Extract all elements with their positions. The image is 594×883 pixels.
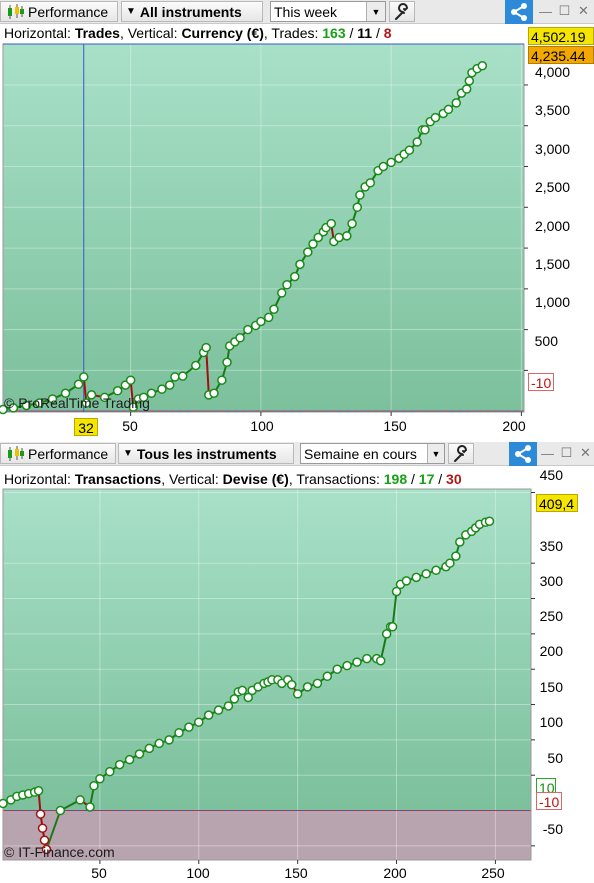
data-point — [55, 805, 66, 816]
data-point — [312, 678, 323, 689]
count-losing: 30 — [446, 471, 462, 487]
data-point — [35, 809, 46, 819]
y-tick-label: 200 — [539, 643, 563, 659]
data-point — [39, 835, 50, 845]
data-point — [237, 685, 248, 696]
x-tick-label: 50 — [91, 865, 107, 881]
positive-zone — [3, 489, 531, 811]
count-separator: / — [438, 471, 443, 487]
x-tick-label: 200 — [383, 865, 407, 881]
data-point — [184, 722, 194, 732]
bottom-low-tag: -10 — [536, 792, 562, 810]
data-point — [144, 743, 155, 754]
data-point — [484, 516, 495, 526]
y-tick-label: 300 — [539, 573, 563, 589]
y-tick-label: 100 — [539, 714, 563, 730]
data-point — [134, 749, 145, 759]
data-point — [164, 735, 174, 745]
data-point — [33, 785, 44, 796]
count-mid: 17 — [418, 471, 435, 487]
y-tick-label: -50 — [542, 821, 563, 837]
count-total: 198 — [383, 471, 408, 487]
data-point — [322, 671, 333, 682]
data-point — [342, 660, 352, 671]
data-point — [362, 653, 372, 664]
horizontal-value: Transactions — [74, 471, 162, 487]
data-point — [387, 622, 398, 632]
data-point — [451, 551, 461, 561]
y-tick-label: 450 — [539, 467, 563, 483]
count-separator: / — [411, 471, 415, 487]
data-point — [0, 798, 8, 809]
vertical-label: , Vertical: — [161, 471, 219, 487]
data-point — [292, 689, 303, 699]
data-point — [375, 655, 386, 666]
x-tick-label: 100 — [186, 865, 210, 881]
x-tick-label: 250 — [481, 865, 505, 881]
data-point — [223, 701, 234, 711]
data-point — [114, 759, 125, 770]
data-point — [85, 802, 95, 812]
y-tick-label: 250 — [539, 608, 563, 624]
data-point — [203, 710, 214, 720]
bottom-copyright: © IT-Finance.com — [4, 844, 115, 860]
data-point — [75, 795, 85, 805]
count-label: , Transactions: — [288, 471, 380, 487]
data-point — [89, 781, 99, 791]
data-point — [332, 664, 342, 674]
data-point — [194, 717, 204, 727]
data-point — [455, 537, 465, 547]
y-tick-label: 150 — [539, 679, 563, 695]
data-point — [411, 572, 422, 583]
x-tick-label: 150 — [284, 865, 308, 881]
vertical-value: Devise (€) — [222, 471, 289, 487]
data-point — [302, 682, 313, 692]
data-point — [213, 705, 224, 715]
data-point — [105, 766, 115, 777]
y-tick-label: 350 — [539, 538, 563, 554]
bottom-last-value-tag: 409,4 — [536, 494, 578, 512]
data-point — [154, 738, 164, 749]
data-point — [401, 576, 412, 586]
data-point — [431, 565, 441, 576]
data-point — [352, 657, 362, 667]
data-point — [445, 558, 455, 568]
y-tick-label: 50 — [547, 750, 563, 766]
data-point — [124, 754, 135, 765]
data-point — [37, 823, 48, 833]
data-point — [421, 569, 431, 579]
horizontal-label: Horizontal: — [4, 471, 71, 487]
data-point — [95, 773, 105, 784]
bottom-chart-header: Horizontal: Transactions, Vertical: Devi… — [4, 471, 462, 487]
data-point — [174, 728, 184, 738]
data-point — [286, 679, 297, 690]
